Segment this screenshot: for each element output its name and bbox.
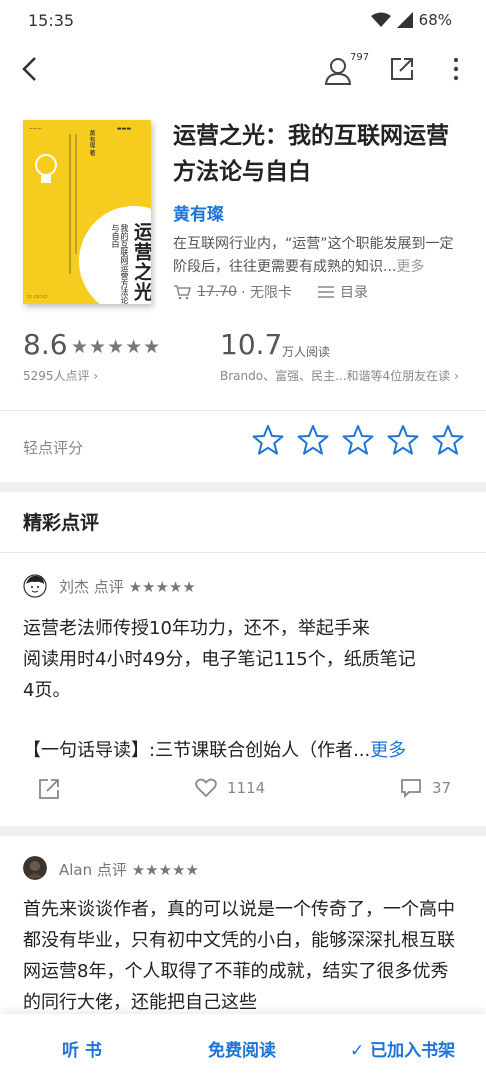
book-meta: 17.70 · 无限卡 目录 [173,282,368,302]
review-teaser: 【一句话导读】:三节课联合创始人（作者...更多 [23,736,463,762]
status-bar: 15:35 68% [0,0,486,42]
friends-reading-link[interactable]: Brando、富强、民主...和谐等4位朋友在读 › [220,367,459,384]
price: 17.70 [197,284,238,300]
author-link[interactable]: 黄有璨 [173,200,224,225]
reviewer-name: Alan 点评 [59,861,127,879]
intro-more-link[interactable]: 更多 [396,259,424,275]
cover-publisher-logo: ▬▬▬ [117,126,132,132]
score-stars: ★★★★★ [71,336,162,358]
share-icon[interactable] [389,56,415,82]
comment-button[interactable]: 37 [400,778,451,798]
list-icon [318,286,334,298]
reviewer-line: Alan 点评 ★★★★★ [59,859,199,880]
heart-icon [195,778,217,798]
review-actions: 1114 37 [0,778,486,808]
review-stars: ★★★★★ [128,578,196,596]
like-count: 1114 [227,779,266,797]
rate-label: 轻点评分 [23,439,84,457]
readers-button[interactable]: 797 [324,52,370,86]
rate-star-4-icon[interactable] [387,424,419,456]
review-stars: ★★★★★ [131,861,199,879]
cart-icon [174,285,191,300]
section-divider [0,482,486,492]
review-line-2: 阅读用时4小时49分，电子笔记115个，纸质笔记 [23,649,416,670]
wifi-icon [370,12,391,27]
cover-bulb-icon [35,154,57,176]
divider [0,552,486,553]
back-arrow-icon[interactable] [16,54,46,84]
catalog-button[interactable]: 目录 [318,282,368,302]
book-intro[interactable]: 在互联网行业内，“运营”这个职能发展到一定阶段后，往往更需要有成熟的知识...更… [173,233,465,279]
more-options-icon[interactable] [446,54,466,84]
comment-count: 37 [432,779,452,797]
battery-level: 68% [418,11,452,29]
rating-stars [252,424,464,456]
added-to-shelf-button[interactable]: ✓ 已加入书架 [350,1036,455,1061]
section-title: 精彩点评 [23,512,100,534]
rate-star-2-icon[interactable] [297,424,329,456]
review-share-button[interactable] [38,778,60,800]
book-cover[interactable]: ∽∽∽ ▬▬▬ 黄有璨 著 运营之光 我的互联网运营方法论与自白 ▭ ▭▭▭ [23,120,151,304]
book-title: 运营之光：我的互联网运营方法论与自白 [173,123,449,185]
cover-decoration-2 [75,134,77,254]
price-tail: · 无限卡 [241,285,292,301]
top-bar: 797 [0,44,486,96]
raters-link[interactable]: 5295人点评 › [23,367,98,384]
teaser-text: 【一句话导读】:三节课联合创始人（作者... [23,740,371,761]
rate-star-1-icon[interactable] [252,424,284,456]
rate-star-5-icon[interactable] [432,424,464,456]
reader-count: 797 [350,52,370,63]
status-time: 15:35 [28,11,75,30]
free-read-button[interactable]: 免费阅读 [208,1036,276,1061]
review-line-1: 运营老法师传授10年功力，还不，举起手来 [23,618,370,639]
listen-button[interactable]: 听 书 [62,1036,102,1061]
review-line-3: 4页。 [23,680,71,701]
divider [0,410,486,411]
status-icons: 68% [370,11,452,29]
cover-publisher: ▭ ▭▭▭ [27,294,48,300]
rate-star-3-icon[interactable] [342,424,374,456]
cover-author: 黄有璨 著 [88,130,95,156]
signal-icon [396,12,413,28]
teaser-more-link[interactable]: 更多 [370,740,406,761]
bottom-action-bar: 听 书 免费阅读 ✓ 已加入书架 [0,1014,486,1080]
reviewer-line: 刘杰 点评 ★★★★★ [59,576,196,597]
share-icon [39,779,59,799]
avatar[interactable] [23,574,47,598]
cover-subtitle: 我的互联网运营方法论与自白 [111,224,129,304]
person-icon [324,58,352,85]
cover-badge: ∽∽∽ [29,126,42,132]
cover-big-title: 运营之光 [131,222,151,302]
review-body: 首先来谈谈作者，真的可以说是一个传奇了，一个高中都没有毕业，只有初中文凭的小白，… [23,899,455,1013]
reading-count: 10.7 [220,328,283,361]
cover-bulb-base [41,175,51,183]
score-value: 8.6 [23,328,68,361]
like-button[interactable]: 1114 [195,778,265,798]
avatar[interactable] [23,856,47,880]
catalog-label: 目录 [340,285,368,301]
review-body: 运营老法师传授10年功力，还不，举起手来 阅读用时4小时49分，电子笔记115个… [23,613,463,706]
comment-icon [401,779,421,798]
section-divider [0,826,486,836]
reading-unit: 万人阅读 [282,345,331,359]
reviewer-name: 刘杰 点评 [59,578,124,596]
cover-decoration [69,134,71,274]
